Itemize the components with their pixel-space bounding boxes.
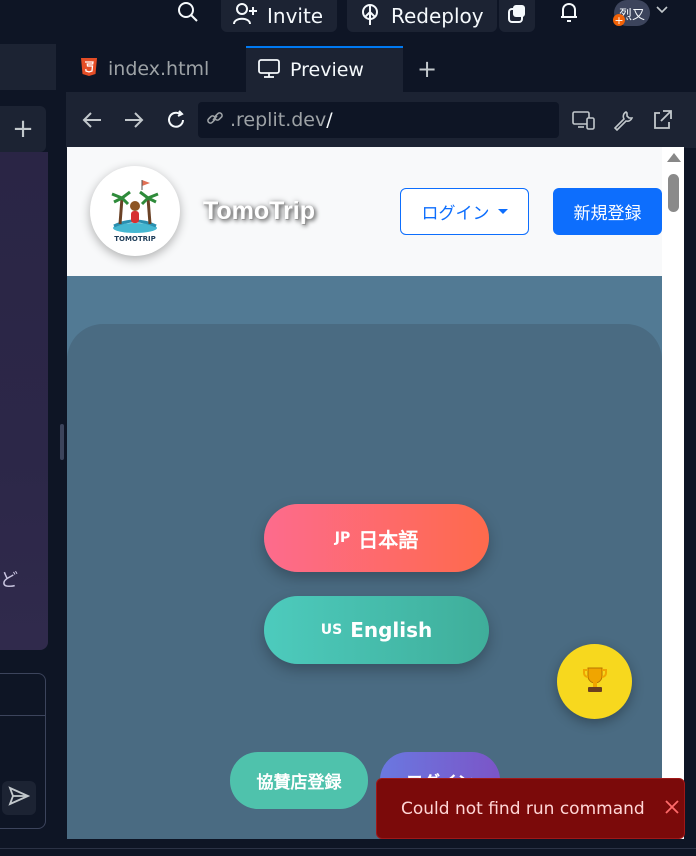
site-logo[interactable]: TOMOTRIP: [90, 166, 180, 256]
scroll-up-icon[interactable]: [667, 153, 681, 162]
scrollbar-thumb[interactable]: [668, 174, 679, 212]
add-user-icon: [233, 2, 257, 30]
window-stack-icon: [507, 4, 527, 29]
sponsor-register-button[interactable]: 協賛店登録: [230, 752, 368, 809]
html5-icon: [80, 57, 98, 82]
language-japanese-button[interactable]: JP 日本語: [264, 504, 489, 572]
reload-icon[interactable]: [162, 106, 190, 134]
link-icon: [206, 109, 224, 132]
preview-scrollbar[interactable]: [662, 147, 684, 839]
language-english-button[interactable]: US English: [264, 596, 489, 664]
us-flag-icon: US: [320, 622, 343, 638]
chat-snippet: ど: [0, 570, 18, 591]
site-header: TOMOTRIP TomoTrip ログイン 新規登録: [67, 147, 662, 276]
invite-label: Invite: [267, 4, 324, 28]
search-icon[interactable]: [174, 0, 202, 24]
send-button[interactable]: [2, 781, 36, 815]
login-dropdown[interactable]: ログイン: [400, 188, 529, 235]
url-text: .replit.dev: [230, 109, 327, 131]
open-external-icon[interactable]: [648, 106, 676, 134]
language-label: 日本語: [358, 527, 419, 552]
monitor-icon: [258, 58, 280, 83]
plus-icon[interactable]: +: [8, 112, 38, 146]
trophy-icon: [582, 666, 608, 698]
redeploy-button[interactable]: Redeploy: [347, 0, 497, 32]
language-label: English: [350, 618, 433, 642]
devices-icon[interactable]: [570, 106, 598, 134]
error-toast: Could not find run command: [376, 778, 685, 839]
close-icon[interactable]: [665, 799, 679, 819]
tab-label: Preview: [290, 59, 364, 81]
preview-viewport: TOMOTRIP TomoTrip ログイン 新規登録 JP 日本語 US En…: [67, 147, 684, 839]
send-icon: [8, 786, 31, 810]
toast-message: Could not find run command: [401, 798, 645, 819]
tab-preview[interactable]: Preview: [246, 46, 403, 92]
bell-icon[interactable]: [556, 0, 582, 24]
deploy-icon: [359, 3, 381, 30]
pane-resize-handle[interactable]: [60, 424, 64, 460]
login-dropdown-label: ログイン: [421, 204, 490, 224]
chevron-down-icon[interactable]: [654, 2, 670, 18]
hero-section: [67, 324, 662, 839]
plus-badge-icon: +: [613, 13, 625, 27]
tab-label: index.html: [108, 58, 210, 80]
signup-button[interactable]: 新規登録: [553, 188, 662, 235]
deploy-menu-button[interactable]: [499, 0, 535, 32]
svg-text:TOMOTRIP: TOMOTRIP: [114, 235, 156, 243]
url-cursor: /: [326, 109, 333, 131]
new-tab-button[interactable]: +: [414, 54, 440, 84]
trophy-button[interactable]: [557, 644, 632, 719]
redeploy-label: Redeploy: [391, 4, 484, 28]
caret-down-icon: [497, 209, 508, 214]
url-input[interactable]: .replit.dev/: [198, 102, 559, 138]
back-arrow-icon[interactable]: [78, 106, 106, 134]
chat-input-divider: [0, 715, 45, 716]
forward-arrow-icon[interactable]: [120, 106, 148, 134]
jp-flag-icon: JP: [334, 530, 351, 546]
brand-name[interactable]: TomoTrip: [203, 197, 315, 226]
invite-button[interactable]: Invite: [221, 0, 337, 32]
wrench-icon[interactable]: [609, 106, 637, 134]
tab-index-html[interactable]: index.html: [66, 46, 244, 92]
left-pane-tab[interactable]: [0, 44, 56, 90]
